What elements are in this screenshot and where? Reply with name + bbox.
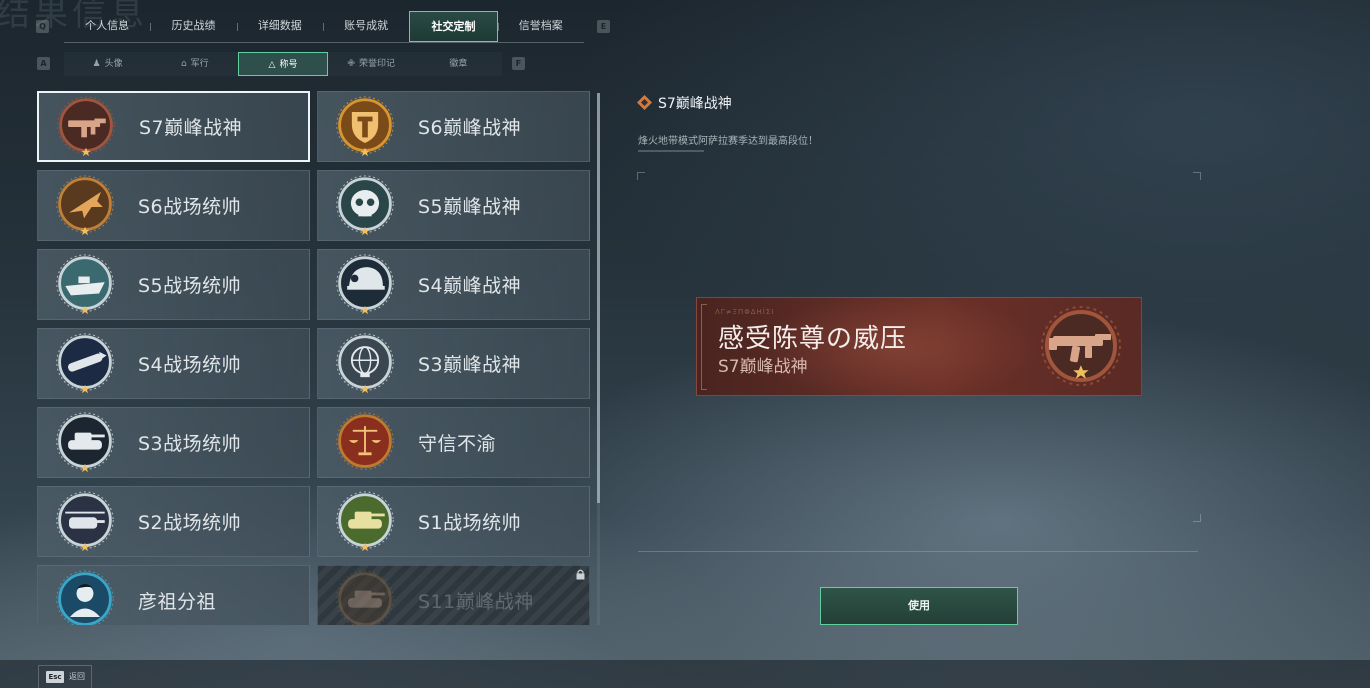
title-name: S6战场统帅	[138, 196, 242, 218]
jet-medal-icon	[54, 174, 116, 237]
frame-corner	[637, 172, 645, 180]
key-hint-prev: Q	[36, 20, 49, 33]
mark-icon: ✙	[347, 59, 355, 69]
missile-medal-icon	[54, 332, 116, 395]
title-card[interactable]: S1战场统帅	[317, 486, 590, 557]
title-card[interactable]: S5战场统帅	[37, 249, 310, 320]
title-name: S3战场统帅	[138, 433, 242, 455]
title-card[interactable]: S4巅峰战神	[317, 249, 590, 320]
title-card[interactable]: S2战场统帅	[37, 486, 310, 557]
frame-corner	[1193, 514, 1201, 522]
title-name: 彦祖分祖	[138, 591, 217, 613]
detail-title: S7巅峰战神	[658, 96, 732, 112]
helicopter-medal-icon	[54, 490, 116, 553]
title-card[interactable]: S3战场统帅	[37, 407, 310, 478]
title-card[interactable]: S6巅峰战神	[317, 91, 590, 162]
tab-achievements[interactable]: 账号成就	[322, 11, 409, 42]
title-card[interactable]: S6战场统帅	[37, 170, 310, 241]
helmet-medal-icon	[334, 253, 396, 316]
shield-medal-icon	[334, 95, 396, 158]
key-hint-sub-next: F	[512, 57, 525, 70]
skull-medal-icon	[334, 174, 396, 237]
scales-medal-icon	[334, 411, 396, 474]
sub-tab-bar: ♟ 头像 ⌂ 军行 △ 称号 ✙ 荣誉印记 徽章	[64, 52, 502, 76]
title-grid: S7巅峰战神 S6巅峰战神 S6战场统帅 S5巅峰战神 S5战场统帅 S4巅峰战神 S4战场…	[37, 91, 592, 625]
title-diamond-icon	[637, 95, 652, 110]
person-icon: ♟	[92, 59, 101, 69]
globe-medal-icon	[334, 332, 396, 395]
ship-medal-icon	[54, 253, 116, 316]
banner-sub-text: S7巅峰战神	[718, 357, 808, 377]
subtab-honor-mark-label: 荣誉印记	[358, 59, 395, 69]
title-icon: △	[268, 60, 276, 70]
title-card[interactable]: S7巅峰战神	[37, 91, 310, 162]
frame-corner	[1193, 172, 1201, 180]
title-name: S3巅峰战神	[418, 354, 522, 376]
title-name: 守信不渝	[418, 433, 497, 455]
title-name: S7巅峰战神	[139, 117, 243, 139]
portrait-medal-icon	[54, 569, 116, 625]
banner-main-text: 感受陈尊の威压	[718, 324, 908, 354]
title-card[interactable]: S11巅峰战神	[317, 565, 590, 625]
detail-description: 烽火地带模式阿萨拉赛季达到最高段位！	[638, 136, 818, 147]
tank-medal-icon	[334, 490, 396, 553]
rifle-medal-icon	[55, 95, 117, 158]
banner-bracket	[701, 304, 707, 390]
top-tab-bar: 个人信息 历史战绩 详细数据 账号成就 社交定制 信誉档案	[64, 11, 584, 43]
back-button[interactable]: Esc 返回	[38, 665, 92, 688]
tab-history[interactable]: 历史战绩	[150, 11, 236, 42]
subtab-rank[interactable]: ⌂ 军行	[151, 52, 238, 76]
insignia-icon: ⌂	[180, 59, 187, 69]
banner-code: ΛΓ≠ΞΠΦΔНİΣӀ	[715, 308, 775, 316]
bottom-bar	[0, 660, 1370, 688]
subtab-avatar[interactable]: ♟ 头像	[64, 52, 151, 76]
title-name: S2战场统帅	[138, 512, 242, 534]
title-name: S4巅峰战神	[418, 275, 522, 297]
subtab-badge-label: 徽章	[449, 59, 468, 69]
rifle-medal-icon	[1035, 304, 1127, 392]
title-card[interactable]: 守信不渝	[317, 407, 590, 478]
scrollbar[interactable]	[597, 93, 600, 625]
subtab-title-label: 称号	[279, 60, 298, 70]
tab-details[interactable]: 详细数据	[236, 11, 323, 42]
tab-credit-record[interactable]: 信誉档案	[497, 11, 584, 42]
tab-personal-info[interactable]: 个人信息	[64, 11, 150, 42]
title-name: S5巅峰战神	[418, 196, 522, 218]
title-card[interactable]: S3巅峰战神	[317, 328, 590, 399]
subtab-rank-label: 军行	[190, 59, 209, 69]
scroll-thumb[interactable]	[597, 93, 600, 503]
title-name: S1战场统帅	[418, 512, 522, 534]
tab-social-custom[interactable]: 社交定制	[409, 11, 498, 42]
use-button[interactable]: 使用	[820, 587, 1018, 625]
subtab-honor-mark[interactable]: ✙ 荣誉印记	[328, 52, 415, 76]
subtab-title[interactable]: △ 称号	[238, 52, 328, 76]
title-banner-preview: ΛΓ≠ΞΠΦΔНİΣӀ 感受陈尊の威压 S7巅峰战神	[696, 297, 1142, 396]
title-card[interactable]: S5巅峰战神	[317, 170, 590, 241]
description-divider	[638, 150, 704, 152]
lock-icon	[576, 569, 585, 583]
title-name: S5战场统帅	[138, 275, 242, 297]
back-label: 返回	[69, 672, 85, 681]
title-card[interactable]: S4战场统帅	[37, 328, 310, 399]
title-card[interactable]: 彦祖分祖	[37, 565, 310, 625]
title-name: S6巅峰战神	[418, 117, 522, 139]
detail-divider	[638, 551, 1198, 552]
title-name: S11巅峰战神	[418, 591, 534, 613]
subtab-badge[interactable]: 徽章	[415, 52, 502, 76]
key-hint-next: E	[597, 20, 610, 33]
tank-medal-icon	[334, 569, 396, 625]
esc-key-hint: Esc	[46, 671, 64, 683]
tank-medal-icon	[54, 411, 116, 474]
title-name: S4战场统帅	[138, 354, 242, 376]
subtab-avatar-label: 头像	[104, 59, 123, 69]
key-hint-sub-prev: A	[37, 57, 50, 70]
